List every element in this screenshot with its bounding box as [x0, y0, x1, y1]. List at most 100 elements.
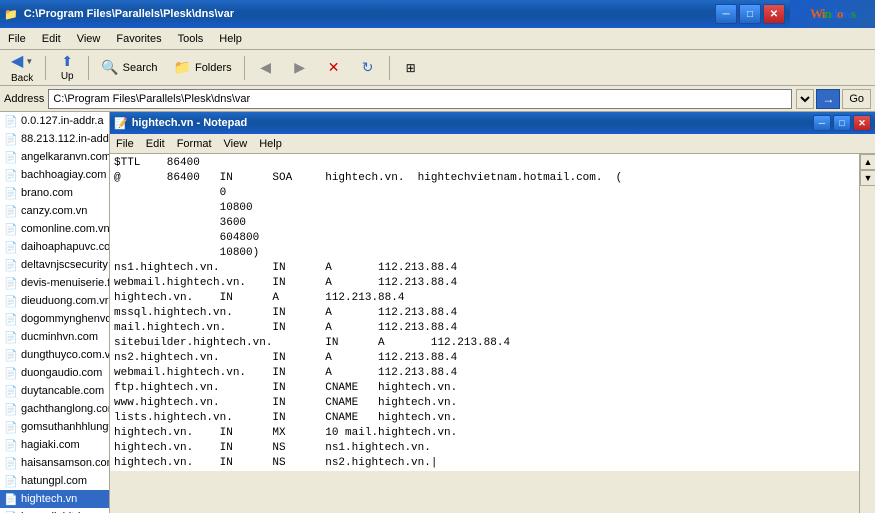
winxp-logo-area: Windows	[790, 0, 875, 28]
file-icon: 📄	[4, 313, 18, 325]
file-item-canzy[interactable]: 📄 canzy.com.vn	[0, 202, 109, 220]
file-icon: 📄	[4, 205, 18, 217]
file-item-comonline[interactable]: 📄 comonline.com.vn	[0, 220, 109, 238]
folders-label: Folders	[195, 62, 232, 74]
close-button[interactable]: ✕	[763, 4, 785, 24]
file-item-hoanglinh[interactable]: 📄 hoanglinhltd.com	[0, 508, 109, 513]
file-item-angelkaran[interactable]: 📄 angelkaranvn.com	[0, 148, 109, 166]
minimize-button[interactable]: ─	[715, 4, 737, 24]
main-window-controls: ─ □ ✕	[715, 4, 785, 24]
scrollbar-down-arrow[interactable]: ▼	[860, 170, 875, 186]
stop-icon: ✕	[328, 59, 340, 76]
file-item-brano[interactable]: 📄 brano.com	[0, 184, 109, 202]
file-list-panel: 📄 0.0.127.in-addr.a 📄 88.213.112.in-add …	[0, 112, 110, 513]
up-button[interactable]: ⬆ Up	[51, 53, 83, 83]
refresh-icon: ↻	[362, 59, 374, 76]
notepad-menu-edit[interactable]: Edit	[140, 137, 171, 151]
file-icon: 📄	[4, 259, 18, 271]
notepad-window: 📝 hightech.vn - Notepad ─ □ ✕ File Edit …	[110, 112, 875, 513]
nav-back-icon-btn[interactable]: ◀	[250, 53, 282, 83]
toolbar-sep-3	[244, 56, 245, 80]
file-icon: 📄	[4, 223, 18, 235]
toolbar-sep-1	[45, 56, 46, 80]
notepad-titlebar: 📝 hightech.vn - Notepad ─ □ ✕	[110, 112, 875, 134]
file-item-hightech[interactable]: 📄 hightech.vn	[0, 490, 109, 508]
address-controls: → Go	[796, 89, 871, 109]
winxp-logo: Windows	[810, 6, 855, 22]
file-item-duongaudio[interactable]: 📄 duongaudio.com	[0, 364, 109, 382]
file-icon: 📄	[4, 367, 18, 379]
file-icon: 📄	[4, 475, 18, 487]
notepad-text-area[interactable]: $TTL 86400 @ 86400 IN SOA hightech.vn. h…	[110, 154, 859, 471]
file-item-hagiaki[interactable]: 📄 hagiaki.com	[0, 436, 109, 454]
notepad-close-button[interactable]: ✕	[853, 115, 871, 131]
file-item-gachthang[interactable]: 📄 gachthanglong.cor	[0, 400, 109, 418]
back-label: Back	[11, 73, 33, 84]
notepad-title: 📝 hightech.vn - Notepad	[114, 117, 813, 130]
address-label: Address	[4, 93, 44, 105]
view-options-btn[interactable]: ⊞	[395, 53, 427, 83]
notepad-menu-format[interactable]: Format	[171, 137, 218, 151]
notepad-menu-view[interactable]: View	[218, 137, 254, 151]
address-go-arrow[interactable]: →	[816, 89, 840, 109]
file-icon: 📄	[4, 241, 18, 253]
notepad-minimize-button[interactable]: ─	[813, 115, 831, 131]
notepad-menu-help[interactable]: Help	[253, 137, 288, 151]
file-icon: 📄	[4, 331, 18, 343]
file-item-88.213[interactable]: 📄 88.213.112.in-add	[0, 130, 109, 148]
content-area: 📄 0.0.127.in-addr.a 📄 88.213.112.in-add …	[0, 112, 875, 513]
file-item-daihoapha[interactable]: 📄 daihoaphapuvc.co	[0, 238, 109, 256]
address-input[interactable]: C:\Program Files\Parallels\Plesk\dns\var	[48, 89, 792, 109]
menu-help[interactable]: Help	[211, 31, 250, 47]
file-icon-selected: 📄	[4, 493, 18, 505]
scrollbar-up-arrow[interactable]: ▲	[860, 154, 875, 170]
notepad-menu-file[interactable]: File	[110, 137, 140, 151]
file-item-goms[interactable]: 📄 gomsuthanhhlungt	[0, 418, 109, 436]
file-icon: 📄	[4, 295, 18, 307]
file-item-haisan[interactable]: 📄 haisansamson.com	[0, 454, 109, 472]
file-item-dogommy[interactable]: 📄 dogommynghenvo	[0, 310, 109, 328]
menu-favorites[interactable]: Favorites	[108, 31, 169, 47]
file-item-dungthuyco[interactable]: 📄 dungthuyco.com.v	[0, 346, 109, 364]
search-button[interactable]: 🔍 Search	[94, 55, 164, 80]
nav-refresh-icon-btn[interactable]: ↻	[352, 53, 384, 83]
file-icon: 📄	[4, 277, 18, 289]
file-icon: 📄	[4, 169, 18, 181]
file-item-dieuduong[interactable]: 📄 dieuduong.com.vr	[0, 292, 109, 310]
address-bar: Address C:\Program Files\Parallels\Plesk…	[0, 86, 875, 112]
main-menubar: File Edit View Favorites Tools Help	[0, 28, 875, 50]
file-icon: 📄	[4, 187, 18, 199]
nav-stop-icon-btn[interactable]: ✕	[318, 53, 350, 83]
file-icon: 📄	[4, 133, 18, 145]
file-item-duytancable[interactable]: 📄 duytancable.com	[0, 382, 109, 400]
notepad-body: $TTL 86400 @ 86400 IN SOA hightech.vn. h…	[110, 154, 875, 513]
maximize-button[interactable]: □	[739, 4, 761, 24]
nav-left-icon: ◀	[260, 59, 271, 76]
menu-tools[interactable]: Tools	[170, 31, 212, 47]
address-dropdown[interactable]	[796, 89, 814, 109]
file-item-0.0.127[interactable]: 📄 0.0.127.in-addr.a	[0, 112, 109, 130]
file-item-hatungpl[interactable]: 📄 hatungpl.com	[0, 472, 109, 490]
file-item-bachhoagiay[interactable]: 📄 bachhoagiay.com	[0, 166, 109, 184]
file-item-ducminh[interactable]: 📄 ducminhvn.com	[0, 328, 109, 346]
search-icon: 🔍	[101, 59, 118, 76]
go-button[interactable]: Go	[842, 89, 871, 109]
search-label: Search	[123, 62, 158, 74]
menu-view[interactable]: View	[69, 31, 109, 47]
file-icon: 📄	[4, 349, 18, 361]
file-item-deltavnjsc[interactable]: 📄 deltavnjscsecurity	[0, 256, 109, 274]
menu-edit[interactable]: Edit	[34, 31, 69, 47]
notepad-scrollbar[interactable]: ▲ ▼	[859, 154, 875, 513]
address-value: C:\Program Files\Parallels\Plesk\dns\var	[53, 93, 250, 105]
file-item-devis[interactable]: 📄 devis-menuiserie.f	[0, 274, 109, 292]
notepad-maximize-button[interactable]: □	[833, 115, 851, 131]
folders-button[interactable]: 📁 Folders	[167, 55, 239, 80]
nav-forward-icon-btn[interactable]: ▶	[284, 53, 316, 83]
folder-icon: 📁	[4, 8, 18, 21]
menu-file[interactable]: File	[0, 31, 34, 47]
back-dropdown-icon[interactable]: ▼	[25, 57, 33, 66]
notepad-menubar: File Edit Format View Help	[110, 134, 875, 154]
file-icon: 📄	[4, 439, 18, 451]
back-button[interactable]: ◀ ▼ Back	[4, 53, 40, 83]
file-icon: 📄	[4, 385, 18, 397]
